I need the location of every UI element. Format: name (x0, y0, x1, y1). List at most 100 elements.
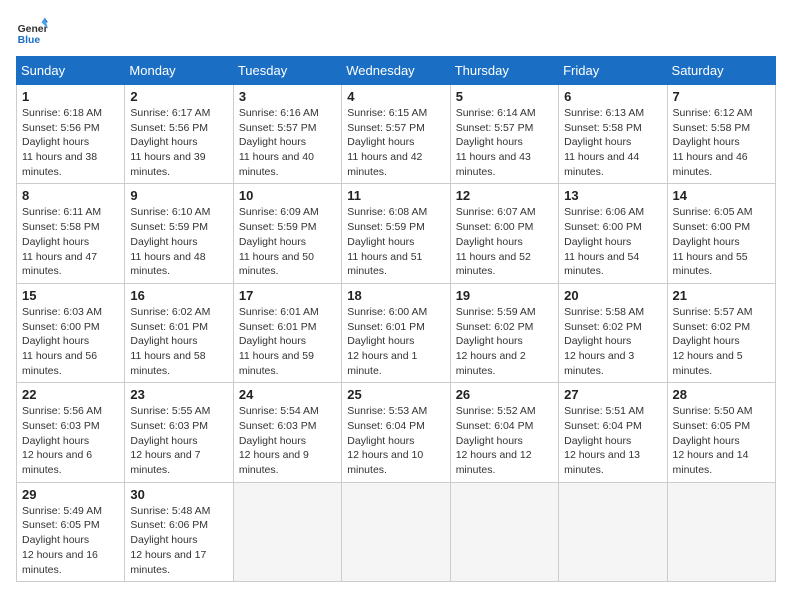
day-number: 17 (239, 288, 336, 303)
day-number: 16 (130, 288, 227, 303)
day-info: Sunrise: 6:10 AMSunset: 5:59 PMDaylight … (130, 205, 227, 278)
day-info: Sunrise: 5:50 AMSunset: 6:05 PMDaylight … (673, 404, 770, 477)
day-number: 22 (22, 387, 119, 402)
day-cell-3: 3 Sunrise: 6:16 AMSunset: 5:57 PMDaylight… (233, 85, 341, 184)
day-number: 2 (130, 89, 227, 104)
day-number: 19 (456, 288, 553, 303)
day-cell-16: 16 Sunrise: 6:02 AMSunset: 6:01 PMDayligh… (125, 283, 233, 382)
svg-text:Blue: Blue (18, 35, 41, 46)
day-number: 29 (22, 487, 119, 502)
day-number: 15 (22, 288, 119, 303)
day-number: 28 (673, 387, 770, 402)
day-cell-12: 12 Sunrise: 6:07 AMSunset: 6:00 PMDayligh… (450, 184, 558, 283)
day-cell-13: 13 Sunrise: 6:06 AMSunset: 6:00 PMDayligh… (559, 184, 667, 283)
page-header: General Blue (16, 16, 776, 48)
day-number: 5 (456, 89, 553, 104)
empty-cell (233, 482, 341, 581)
day-info: Sunrise: 5:51 AMSunset: 6:04 PMDaylight … (564, 404, 661, 477)
day-cell-6: 6 Sunrise: 6:13 AMSunset: 5:58 PMDaylight… (559, 85, 667, 184)
day-cell-21: 21 Sunrise: 5:57 AMSunset: 6:02 PMDayligh… (667, 283, 775, 382)
day-number: 24 (239, 387, 336, 402)
day-number: 8 (22, 188, 119, 203)
day-header-friday: Friday (559, 57, 667, 85)
day-number: 10 (239, 188, 336, 203)
day-number: 27 (564, 387, 661, 402)
day-cell-19: 19 Sunrise: 5:59 AMSunset: 6:02 PMDayligh… (450, 283, 558, 382)
day-number: 14 (673, 188, 770, 203)
day-info: Sunrise: 6:07 AMSunset: 6:00 PMDaylight … (456, 205, 553, 278)
day-cell-7: 7 Sunrise: 6:12 AMSunset: 5:58 PMDaylight… (667, 85, 775, 184)
week-row-5: 29 Sunrise: 5:49 AMSunset: 6:05 PMDayligh… (17, 482, 776, 581)
day-info: Sunrise: 6:00 AMSunset: 6:01 PMDaylight … (347, 305, 444, 378)
day-number: 20 (564, 288, 661, 303)
day-info: Sunrise: 6:05 AMSunset: 6:00 PMDaylight … (673, 205, 770, 278)
day-info: Sunrise: 6:03 AMSunset: 6:00 PMDaylight … (22, 305, 119, 378)
day-cell-8: 8Sunrise: 6:11 AMSunset: 5:58 PMDaylight… (17, 184, 125, 283)
day-info: Sunrise: 5:58 AMSunset: 6:02 PMDaylight … (564, 305, 661, 378)
day-info: Sunrise: 5:59 AMSunset: 6:02 PMDaylight … (456, 305, 553, 378)
svg-text:General: General (18, 24, 48, 35)
day-cell-22: 22Sunrise: 5:56 AMSunset: 6:03 PMDayligh… (17, 383, 125, 482)
day-number: 25 (347, 387, 444, 402)
day-info: Sunrise: 6:02 AMSunset: 6:01 PMDaylight … (130, 305, 227, 378)
day-number: 13 (564, 188, 661, 203)
logo: General Blue (16, 16, 48, 48)
day-cell-5: 5 Sunrise: 6:14 AMSunset: 5:57 PMDaylight… (450, 85, 558, 184)
day-info: Sunrise: 6:12 AMSunset: 5:58 PMDaylight … (673, 106, 770, 179)
week-row-1: 1 Sunrise: 6:18 AMSunset: 5:56 PMDaylight… (17, 85, 776, 184)
day-number: 9 (130, 188, 227, 203)
day-header-tuesday: Tuesday (233, 57, 341, 85)
day-info: Sunrise: 6:01 AMSunset: 6:01 PMDaylight … (239, 305, 336, 378)
day-info: Sunrise: 5:52 AMSunset: 6:04 PMDaylight … (456, 404, 553, 477)
day-info: Sunrise: 6:06 AMSunset: 6:00 PMDaylight … (564, 205, 661, 278)
day-info: Sunrise: 5:57 AMSunset: 6:02 PMDaylight … (673, 305, 770, 378)
day-number: 21 (673, 288, 770, 303)
day-cell-18: 18Sunrise: 6:00 AMSunset: 6:01 PMDayligh… (342, 283, 450, 382)
day-header-wednesday: Wednesday (342, 57, 450, 85)
day-info: Sunrise: 6:17 AMSunset: 5:56 PMDaylight … (130, 106, 227, 179)
week-row-2: 8Sunrise: 6:11 AMSunset: 5:58 PMDaylight… (17, 184, 776, 283)
day-number: 12 (456, 188, 553, 203)
day-info: Sunrise: 5:53 AMSunset: 6:04 PMDaylight … (347, 404, 444, 477)
day-cell-30: 30Sunrise: 5:48 AMSunset: 6:06 PMDayligh… (125, 482, 233, 581)
empty-cell (559, 482, 667, 581)
day-cell-25: 25 Sunrise: 5:53 AMSunset: 6:04 PMDayligh… (342, 383, 450, 482)
day-info: Sunrise: 6:16 AMSunset: 5:57 PMDaylight … (239, 106, 336, 179)
day-header-sunday: Sunday (17, 57, 125, 85)
day-cell-1: 1 Sunrise: 6:18 AMSunset: 5:56 PMDaylight… (17, 85, 125, 184)
day-cell-11: 11Sunrise: 6:08 AMSunset: 5:59 PMDayligh… (342, 184, 450, 283)
day-number: 3 (239, 89, 336, 104)
day-number: 23 (130, 387, 227, 402)
calendar-header-row: SundayMondayTuesdayWednesdayThursdayFrid… (17, 57, 776, 85)
day-cell-27: 27 Sunrise: 5:51 AMSunset: 6:04 PMDayligh… (559, 383, 667, 482)
day-info: Sunrise: 5:49 AMSunset: 6:05 PMDaylight … (22, 504, 119, 577)
day-cell-17: 17 Sunrise: 6:01 AMSunset: 6:01 PMDayligh… (233, 283, 341, 382)
empty-cell (450, 482, 558, 581)
day-info: Sunrise: 6:13 AMSunset: 5:58 PMDaylight … (564, 106, 661, 179)
empty-cell (667, 482, 775, 581)
day-cell-9: 9 Sunrise: 6:10 AMSunset: 5:59 PMDaylight… (125, 184, 233, 283)
day-number: 1 (22, 89, 119, 104)
calendar-table: SundayMondayTuesdayWednesdayThursdayFrid… (16, 56, 776, 582)
day-cell-10: 10Sunrise: 6:09 AMSunset: 5:59 PMDayligh… (233, 184, 341, 283)
day-number: 6 (564, 89, 661, 104)
day-header-monday: Monday (125, 57, 233, 85)
day-cell-28: 28 Sunrise: 5:50 AMSunset: 6:05 PMDayligh… (667, 383, 775, 482)
week-row-3: 15 Sunrise: 6:03 AMSunset: 6:00 PMDayligh… (17, 283, 776, 382)
day-info: Sunrise: 6:14 AMSunset: 5:57 PMDaylight … (456, 106, 553, 179)
day-info: Sunrise: 5:54 AMSunset: 6:03 PMDaylight … (239, 404, 336, 477)
day-cell-20: 20 Sunrise: 5:58 AMSunset: 6:02 PMDayligh… (559, 283, 667, 382)
day-cell-2: 2 Sunrise: 6:17 AMSunset: 5:56 PMDaylight… (125, 85, 233, 184)
day-info: Sunrise: 6:15 AMSunset: 5:57 PMDaylight … (347, 106, 444, 179)
day-cell-29: 29 Sunrise: 5:49 AMSunset: 6:05 PMDayligh… (17, 482, 125, 581)
day-header-saturday: Saturday (667, 57, 775, 85)
day-cell-4: 4Sunrise: 6:15 AMSunset: 5:57 PMDaylight… (342, 85, 450, 184)
day-cell-23: 23Sunrise: 5:55 AMSunset: 6:03 PMDayligh… (125, 383, 233, 482)
day-number: 11 (347, 188, 444, 203)
day-number: 7 (673, 89, 770, 104)
day-number: 26 (456, 387, 553, 402)
day-cell-26: 26 Sunrise: 5:52 AMSunset: 6:04 PMDayligh… (450, 383, 558, 482)
empty-cell (342, 482, 450, 581)
logo-icon: General Blue (16, 16, 48, 48)
day-info: Sunrise: 6:18 AMSunset: 5:56 PMDaylight … (22, 106, 119, 179)
